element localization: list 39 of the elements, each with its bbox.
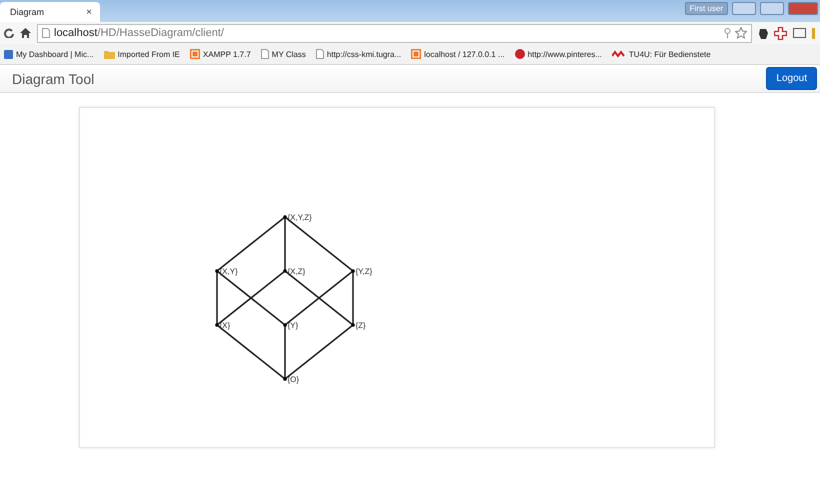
folder-icon: [104, 50, 115, 58]
bookmark-link[interactable]: localhost / 127.0.0.1 ...: [424, 50, 505, 58]
site-icon: [4, 50, 13, 58]
home-icon[interactable]: [20, 28, 31, 38]
bookmark-link[interactable]: http://www.pinteres...: [528, 50, 602, 58]
page-icon: [42, 28, 50, 38]
cross-icon[interactable]: [774, 26, 787, 40]
xampp-icon: [411, 49, 422, 59]
node-label: {Z}: [356, 321, 366, 330]
reload-icon[interactable]: [4, 28, 14, 38]
page-icon: [316, 49, 324, 59]
bookmark-link[interactable]: MY Class: [272, 50, 306, 58]
tab-title: Diagram: [10, 7, 44, 17]
bookmark-link[interactable]: Imported From IE: [118, 50, 180, 58]
node-label: {Y}: [288, 321, 298, 330]
pin-icon: [514, 49, 525, 59]
maximize-button[interactable]: [760, 2, 784, 15]
node-label: {O}: [288, 375, 300, 384]
node-label: {X,Y,Z}: [288, 213, 312, 222]
node-label: {X,Y}: [220, 267, 238, 276]
tab-close-button[interactable]: ×: [86, 6, 92, 18]
node-label: {X}: [220, 321, 230, 330]
node-label: {Y,Z}: [356, 267, 372, 276]
bookmark-link[interactable]: TU4U: Für Bedienstete: [628, 50, 711, 58]
minimize-button[interactable]: [732, 2, 756, 15]
address-bar[interactable]: localhost/HD/HasseDiagram/client/: [37, 24, 752, 42]
url-text: localhost/HD/HasseDiagram/client/: [54, 27, 224, 39]
xampp-icon: [190, 49, 200, 59]
node-label: {X,Z}: [288, 267, 306, 276]
bookmark-link[interactable]: My Dashboard | Mic...: [16, 50, 94, 58]
key-icon[interactable]: [724, 28, 731, 38]
page-icon: [260, 49, 269, 59]
browser-tab[interactable]: Diagram ×: [0, 2, 100, 22]
wave-icon: [612, 50, 626, 58]
star-icon[interactable]: [735, 27, 747, 39]
app-title: Diagram Tool: [12, 70, 94, 86]
logout-button[interactable]: Logout: [766, 67, 817, 90]
bookmark-link[interactable]: http://css-kmi.tugra...: [326, 50, 402, 58]
bookmark-link[interactable]: XAMPP 1.7.7: [202, 50, 251, 58]
